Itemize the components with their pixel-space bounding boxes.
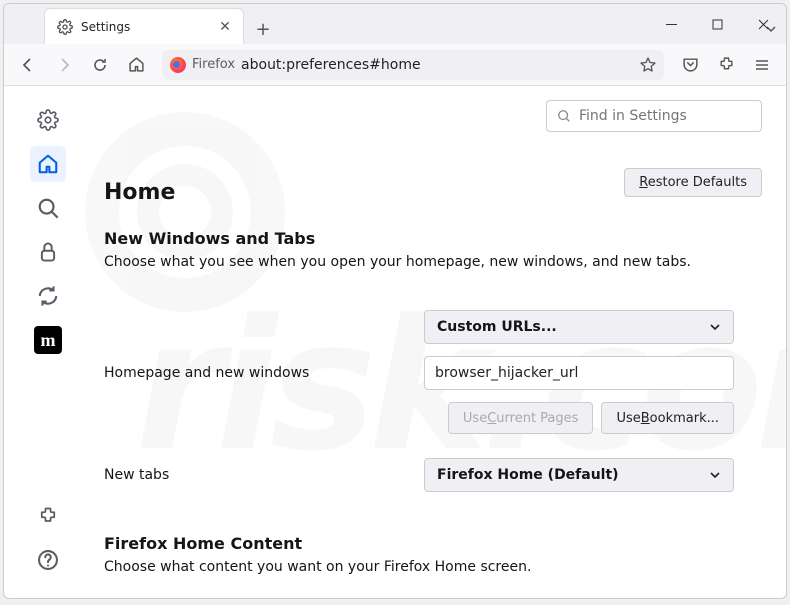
url-bar[interactable]: Firefox about:preferences#home [162,50,664,80]
chevron-down-icon [709,469,721,481]
dropdown-value: Custom URLs... [437,319,557,335]
sidebar-home[interactable] [30,146,66,182]
sidebar: m [4,86,92,598]
new-tab-button[interactable]: + [248,14,278,44]
sidebar-help[interactable] [30,542,66,578]
sidebar-search[interactable] [30,190,66,226]
pocket-icon[interactable] [674,49,706,81]
restore-defaults-button[interactable]: Restore Defaults [624,168,762,197]
homepage-mode-dropdown[interactable]: Custom URLs... [424,310,734,344]
sidebar-privacy[interactable] [30,234,66,270]
newtabs-label: New tabs [104,467,424,483]
urlbar-brand: Firefox [192,57,235,72]
bookmark-star-icon[interactable] [640,57,656,73]
section-heading-home-content: Firefox Home Content [104,534,762,553]
toolbar: Firefox about:preferences#home [4,44,786,86]
firefox-icon [170,57,186,73]
sidebar-general[interactable] [30,102,66,138]
tab-settings[interactable]: Settings ✕ [44,8,244,44]
home-button[interactable] [120,49,152,81]
back-button[interactable] [12,49,44,81]
maximize-button[interactable] [694,4,740,44]
sidebar-more[interactable]: m [34,326,62,354]
section-heading-windows-tabs: New Windows and Tabs [104,229,762,248]
search-icon [557,109,571,123]
tab-strip: Settings ✕ + [4,4,786,44]
forward-button[interactable] [48,49,80,81]
main-panel: Home Restore Defaults New Windows and Ta… [92,86,786,598]
tab-title: Settings [81,20,207,34]
homepage-url-input[interactable] [424,356,734,390]
sidebar-extensions[interactable] [30,498,66,534]
sidebar-sync[interactable] [30,278,66,314]
section-desc-home-content: Choose what content you want on your Fir… [104,559,762,575]
close-icon[interactable]: ✕ [215,17,235,37]
menu-icon[interactable] [746,49,778,81]
reload-button[interactable] [84,49,116,81]
chevron-down-icon [709,321,721,333]
close-button[interactable] [740,4,786,44]
window-controls [648,4,786,44]
dropdown-value: Firefox Home (Default) [437,467,619,483]
homepage-label: Homepage and new windows [104,365,424,381]
urlbar-text: about:preferences#home [241,57,634,73]
settings-search[interactable] [546,100,762,132]
extensions-icon[interactable] [710,49,742,81]
section-desc-windows-tabs: Choose what you see when you open your h… [104,254,762,270]
use-bookmark-button[interactable]: Use Bookmark... [601,402,734,434]
settings-search-input[interactable] [579,108,753,124]
gear-icon [57,19,73,35]
use-current-pages-button[interactable]: Use Current Pages [448,402,594,434]
newtabs-dropdown[interactable]: Firefox Home (Default) [424,458,734,492]
minimize-button[interactable] [648,4,694,44]
